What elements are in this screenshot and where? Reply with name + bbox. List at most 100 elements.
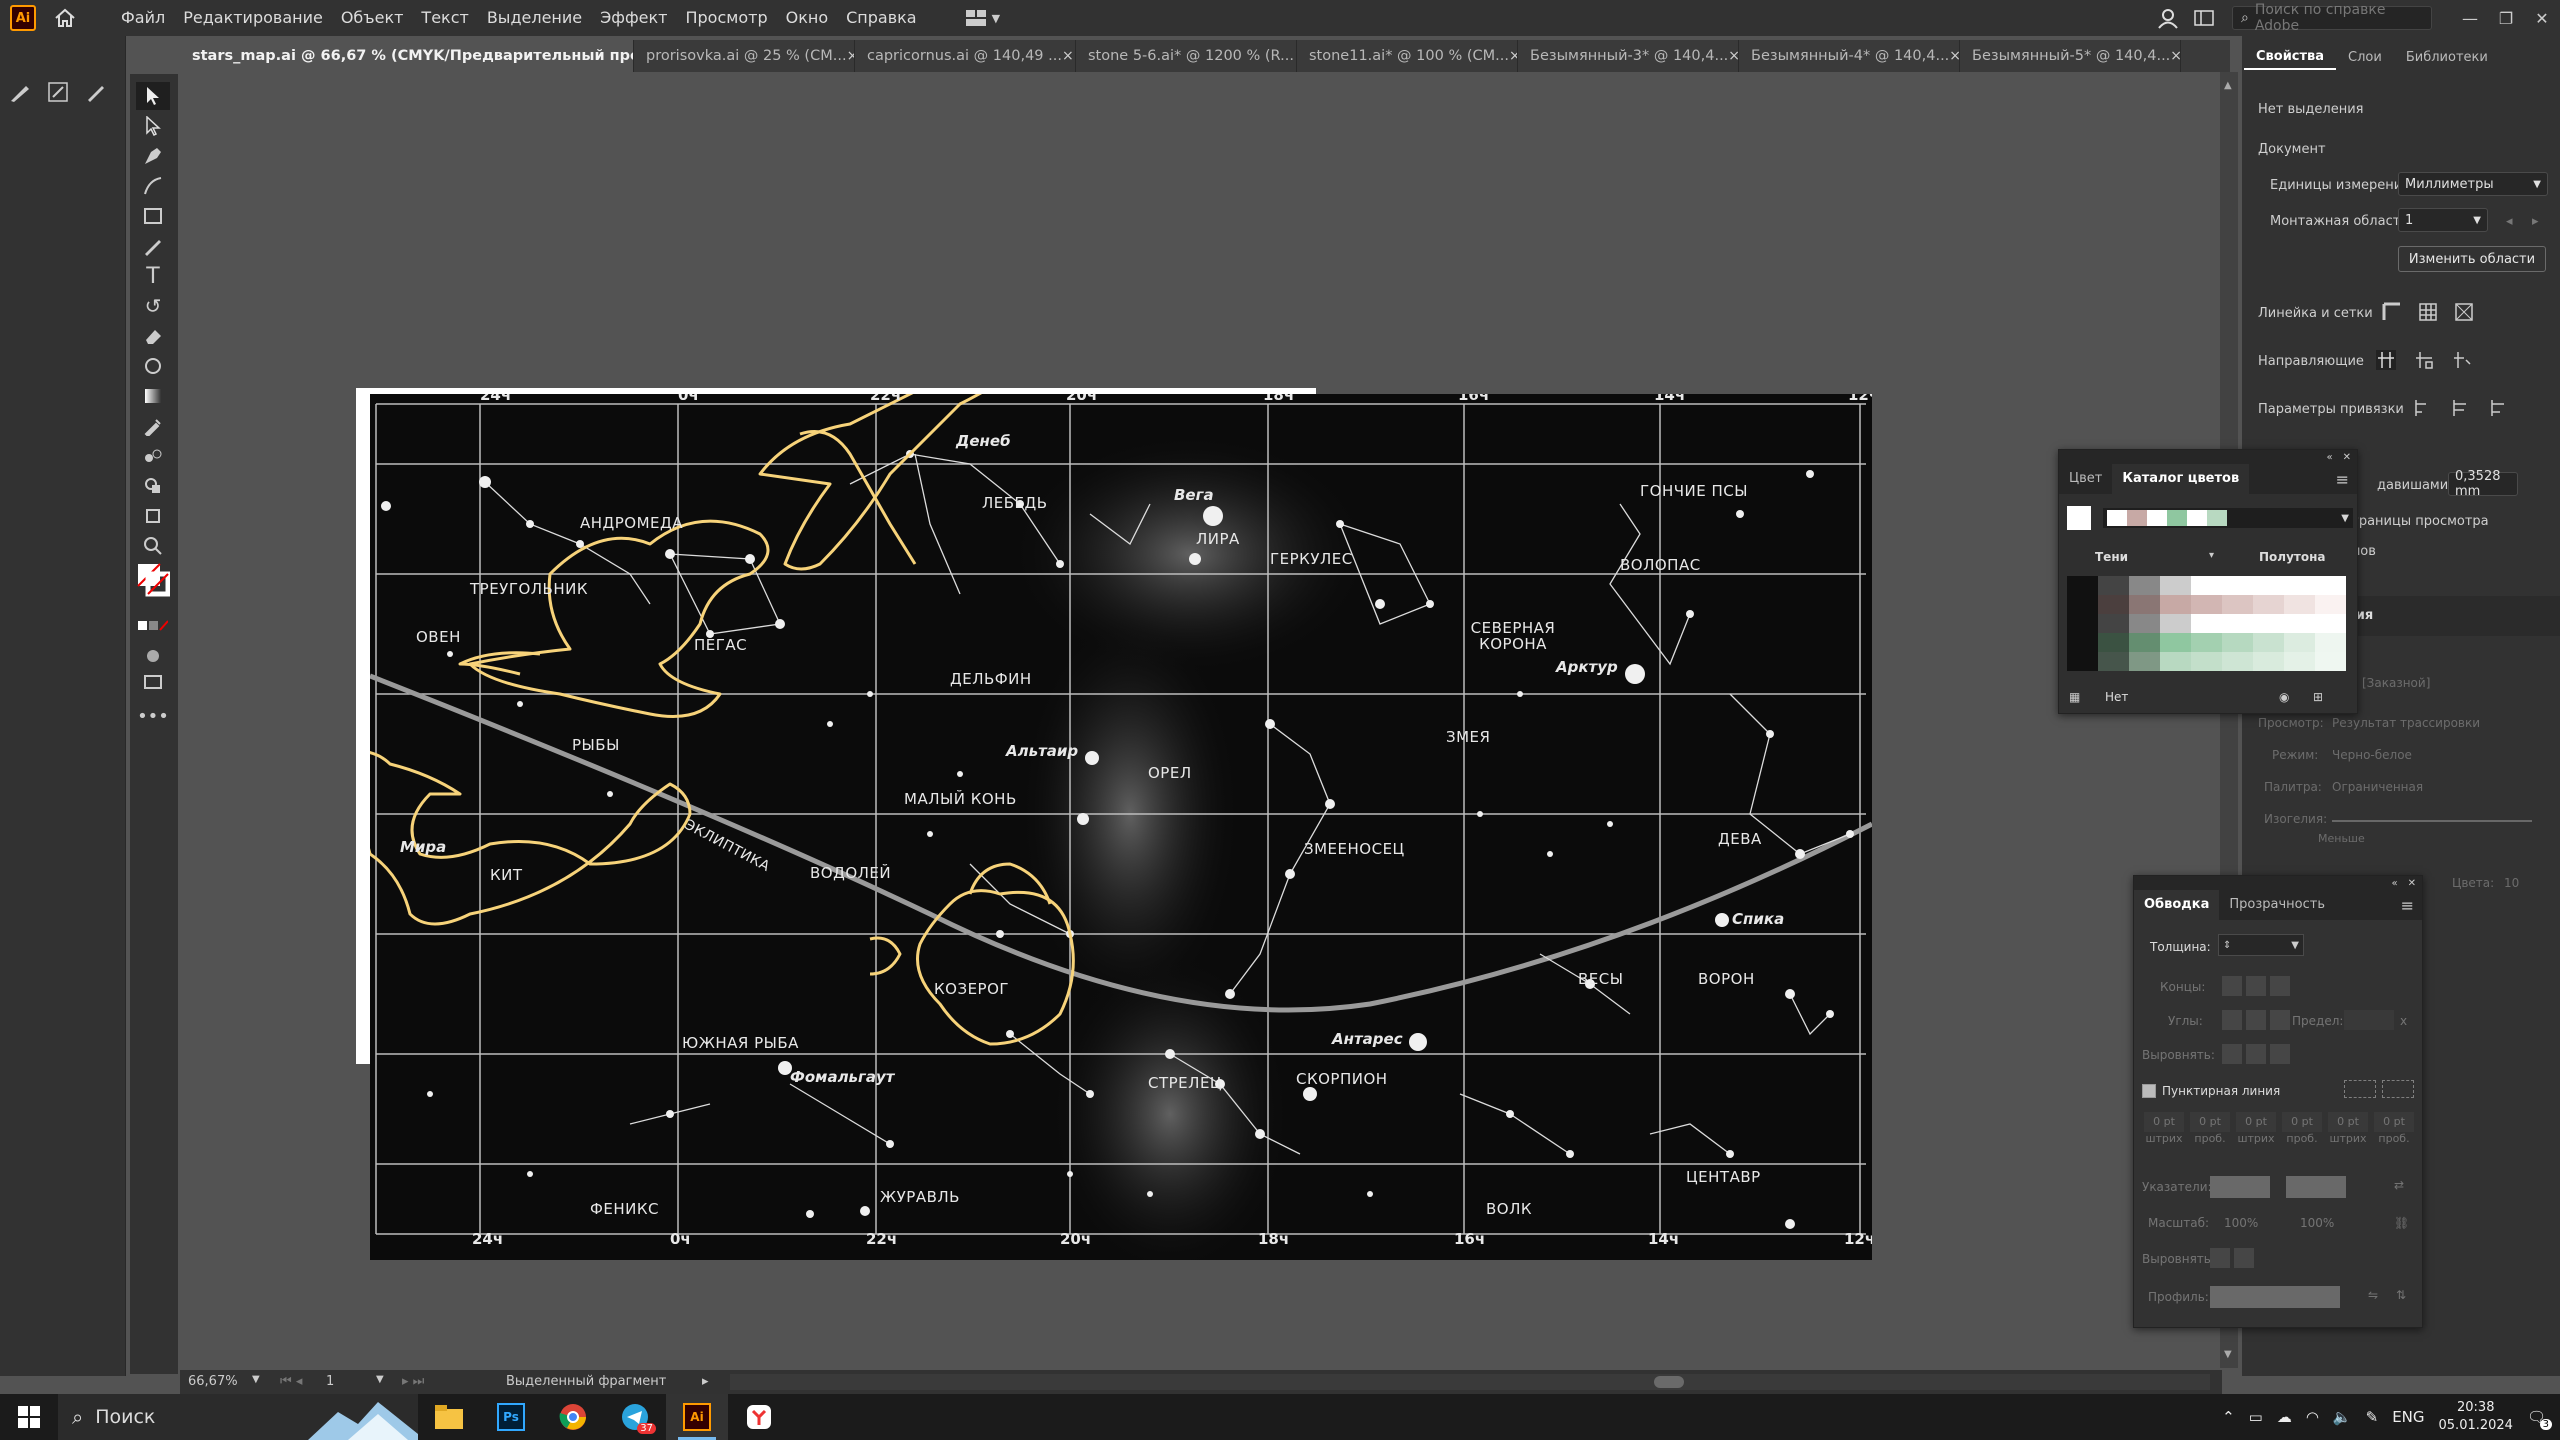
snap-point-icon[interactable] <box>2412 398 2432 418</box>
close-icon[interactable]: ✕ <box>2408 878 2416 889</box>
miter-join-icon[interactable] <box>2222 1010 2242 1030</box>
artboard-number[interactable]: 1 <box>326 1374 334 1389</box>
menu-edit[interactable]: Редактирование <box>174 0 332 36</box>
smart-guides-icon[interactable] <box>2452 350 2472 370</box>
tab-stone11[interactable]: stone11.ai* @ 100 % (CM...× <box>1297 40 1518 72</box>
type-tool-icon[interactable]: T <box>136 262 170 290</box>
show-guides-icon[interactable] <box>2376 350 2396 370</box>
panel-titlebar[interactable]: «✕ <box>2059 450 2357 464</box>
trace-palette-value[interactable]: Ограниченная <box>2332 780 2423 794</box>
rotate-tool-icon[interactable]: ↺ <box>136 292 170 320</box>
photoshop-icon[interactable]: Ps <box>480 1394 542 1440</box>
swatch-library-icon[interactable]: ▦ <box>2069 690 2080 704</box>
color-variations-grid[interactable] <box>2067 576 2353 672</box>
base-color-swatch[interactable] <box>2067 506 2091 530</box>
trace-threshold-slider[interactable] <box>2332 820 2532 822</box>
status-menu-icon[interactable]: ▸ <box>702 1374 709 1389</box>
flip-vertical-icon[interactable]: ⇅ <box>2396 1288 2406 1302</box>
volume-icon[interactable]: 🔈 <box>2333 1408 2352 1426</box>
weight-field[interactable]: ⇕ ▼ <box>2218 934 2304 956</box>
clock[interactable]: 20:38 05.01.2024 <box>2439 1399 2513 1435</box>
telegram-icon[interactable]: 37 <box>604 1394 666 1440</box>
close-icon[interactable]: × <box>1509 48 1517 64</box>
chevron-down-icon[interactable]: ▼ <box>376 1374 384 1385</box>
blend-tool-icon[interactable] <box>136 442 170 470</box>
stepper-icon[interactable]: ⇕ <box>2223 940 2231 951</box>
warp-tool-icon[interactable] <box>136 352 170 380</box>
workspace-switcher[interactable]: ▼ <box>965 6 1016 30</box>
fill-stroke-icon[interactable] <box>136 563 170 597</box>
star-map-image[interactable]: 24ч 0ч 22ч 20ч 18ч 16ч 14ч 12ч 24ч 0ч 22… <box>370 394 1872 1260</box>
dash-field[interactable]: 0 pt <box>2144 1112 2184 1132</box>
selection-tool-icon[interactable] <box>136 82 170 110</box>
scale-end-value[interactable]: 100% <box>2300 1216 2334 1230</box>
illustrator-icon[interactable]: Ai <box>666 1394 728 1440</box>
edit-colors-icon[interactable]: ◉ <box>2279 690 2289 704</box>
panel-menu-icon[interactable]: ≡ <box>2401 896 2414 915</box>
tab-transparency[interactable]: Прозрачность <box>2219 890 2335 920</box>
dash-field[interactable]: 0 pt <box>2236 1112 2276 1132</box>
close-icon[interactable]: × <box>1062 48 1074 64</box>
menu-text[interactable]: Текст <box>412 0 477 36</box>
gap-field[interactable]: 0 pt <box>2190 1112 2230 1132</box>
tab-layers[interactable]: Слои <box>2336 50 2394 69</box>
windows-start-icon[interactable] <box>0 1394 58 1440</box>
meet-icon[interactable]: ▭ <box>2249 1408 2263 1426</box>
menu-select[interactable]: Выделение <box>478 0 591 36</box>
language-indicator[interactable]: ENG <box>2392 1408 2424 1426</box>
direct-selection-tool-icon[interactable] <box>136 112 170 140</box>
arrow-tip-at-end-icon[interactable] <box>2234 1248 2254 1268</box>
tab-stroke[interactable]: Обводка <box>2134 890 2220 920</box>
ruler-icon[interactable] <box>2382 302 2402 322</box>
stroke-panel[interactable]: «✕ Обводка Прозрачность ≡ Толщина: ⇕ ▼ Ко… <box>2133 875 2423 1328</box>
flip-profile-icon[interactable]: ⇋ <box>2368 1288 2378 1302</box>
butt-cap-icon[interactable] <box>2222 976 2242 996</box>
close-icon[interactable]: × <box>2170 48 2180 64</box>
scale-start-value[interactable]: 100% <box>2224 1216 2258 1230</box>
eyedropper-tool-icon[interactable] <box>136 412 170 440</box>
color-mode-icon[interactable] <box>136 612 170 640</box>
tab-color-guide[interactable]: Каталог цветов <box>2112 464 2250 494</box>
tab-stone-5-6[interactable]: stone 5-6.ai* @ 1200 % (R...× <box>1076 40 1297 72</box>
help-search-input[interactable]: ⌕ Поиск по справке Adobe <box>2232 2 2432 34</box>
pen-tool-icon[interactable] <box>136 142 170 170</box>
file-explorer-icon[interactable] <box>418 1394 480 1440</box>
close-icon[interactable]: ✕ <box>2343 452 2351 463</box>
gradient-tool-icon[interactable] <box>136 382 170 410</box>
tab-prorisovka[interactable]: prorisovka.ai @ 25 % (CM...× <box>634 40 855 72</box>
dashed-line-checkbox[interactable] <box>2142 1084 2156 1098</box>
home-icon[interactable] <box>48 1 82 35</box>
yandex-icon[interactable] <box>728 1394 790 1440</box>
round-join-icon[interactable] <box>2246 1010 2266 1030</box>
trace-preset[interactable]: [Заказной] <box>2362 676 2430 690</box>
brush-icon[interactable] <box>8 80 32 104</box>
chevron-up-icon[interactable]: ⌃ <box>2222 1408 2235 1426</box>
tab-properties[interactable]: Свойства <box>2244 49 2337 70</box>
arrowhead-end-select[interactable] <box>2286 1176 2346 1198</box>
draw-mode-icon[interactable] <box>136 642 170 670</box>
scroll-down-icon[interactable]: ▼ <box>2224 1349 2232 1360</box>
snap-pixel-icon[interactable] <box>2450 398 2470 418</box>
collapse-icon[interactable]: « <box>2391 878 2397 889</box>
dash-field[interactable]: 0 pt <box>2328 1112 2368 1132</box>
square-cap-icon[interactable] <box>2270 976 2290 996</box>
bevel-join-icon[interactable] <box>2270 1010 2290 1030</box>
zoom-level[interactable]: 66,67% <box>188 1374 238 1389</box>
tab-stars-map[interactable]: stars_map.ai @ 66,67 % (CMYK/Предварител… <box>180 40 634 72</box>
snap-glyph-icon[interactable] <box>2488 398 2508 418</box>
menu-file[interactable]: Файл <box>112 0 174 36</box>
zoom-tool-icon[interactable] <box>136 532 170 560</box>
first-artboard-icon[interactable]: ⏮ ◂ <box>280 1374 302 1389</box>
artboard-tool-icon[interactable] <box>136 502 170 530</box>
artboard-select[interactable]: 1 ▼ <box>2398 208 2488 232</box>
units-select[interactable]: Миллиметры ▼ <box>2398 172 2548 196</box>
menu-window[interactable]: Окно <box>777 0 838 36</box>
align-inside-icon[interactable] <box>2246 1044 2266 1064</box>
brush-edit-icon[interactable] <box>46 80 70 104</box>
round-cap-icon[interactable] <box>2246 976 2266 996</box>
scroll-thumb[interactable] <box>1654 1376 1684 1388</box>
panel-titlebar[interactable]: «✕ <box>2134 876 2422 890</box>
shape-builder-icon[interactable] <box>136 472 170 500</box>
prev-artboard-icon[interactable]: ◂ <box>2506 214 2513 229</box>
harmony-rules-select[interactable]: ▼ <box>2103 508 2353 528</box>
